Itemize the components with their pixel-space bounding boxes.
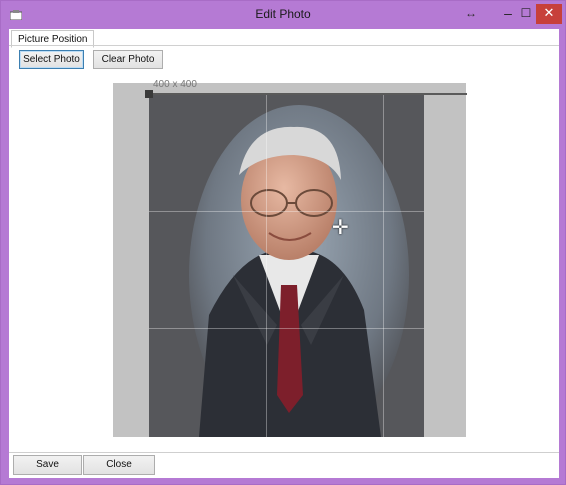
close-button[interactable]: Close xyxy=(83,455,155,475)
tab-divider xyxy=(9,45,559,46)
resize-icon[interactable]: ↔ xyxy=(465,6,477,20)
crop-top-edge[interactable] xyxy=(151,93,467,95)
window-title: Edit Photo xyxy=(255,7,311,21)
maximize-icon: ☐ xyxy=(520,6,532,20)
clear-photo-button[interactable]: Clear Photo xyxy=(93,50,163,69)
portrait-photo[interactable]: ✛ xyxy=(149,95,424,437)
photo-canvas[interactable]: 400 x 400 ✛ xyxy=(113,79,467,437)
grid-line-vertical-2 xyxy=(383,95,384,437)
title-bar[interactable]: Edit Photo ↔ – ☐ ✕ xyxy=(1,1,565,29)
crop-size-label: 400 x 400 xyxy=(153,79,197,90)
dialog-content: Picture Position Select Photo Clear Phot… xyxy=(9,29,559,478)
grid-line-vertical-1 xyxy=(266,95,267,437)
close-icon: ✕ xyxy=(543,5,555,20)
edit-photo-window: Edit Photo ↔ – ☐ ✕ Picture Position Sele… xyxy=(0,0,566,485)
save-button[interactable]: Save xyxy=(13,455,82,475)
select-photo-button[interactable]: Select Photo xyxy=(19,50,84,69)
footer-divider xyxy=(9,452,559,453)
grid-line-horizontal-2 xyxy=(149,328,424,329)
crop-handle[interactable] xyxy=(145,90,153,98)
grid-line-horizontal-1 xyxy=(149,211,424,212)
move-cursor-icon: ✛ xyxy=(332,217,349,239)
close-window-button[interactable]: ✕ xyxy=(536,4,562,24)
minimize-icon: – xyxy=(504,5,512,21)
maximize-button[interactable]: ☐ xyxy=(515,4,537,24)
